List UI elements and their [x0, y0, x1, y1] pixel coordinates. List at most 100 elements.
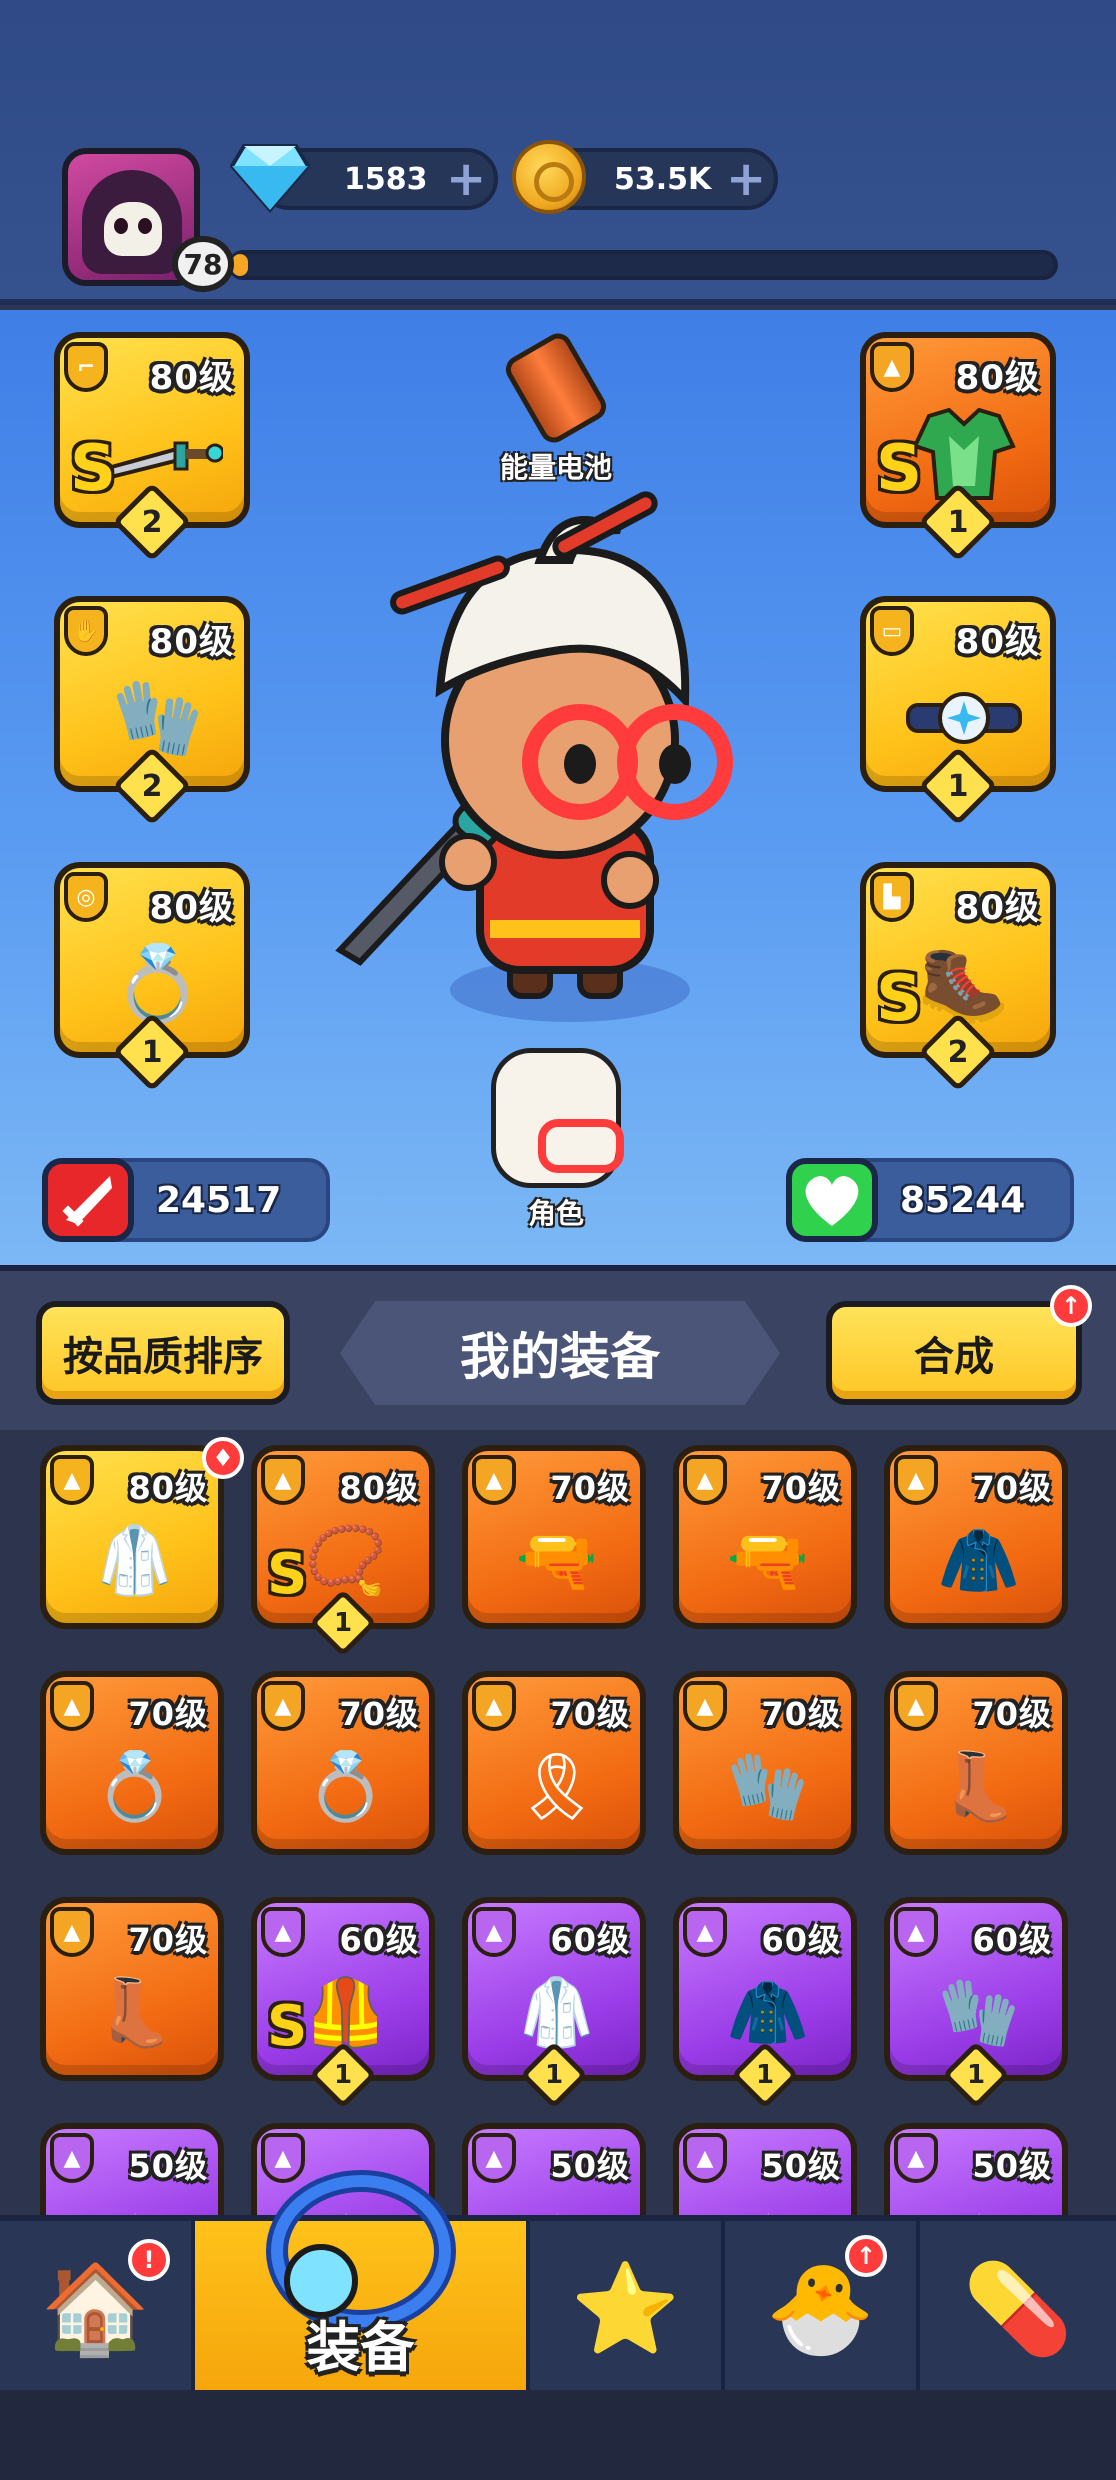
item-type-icon: ▲	[894, 1681, 938, 1731]
item-type-icon: ▲	[261, 1681, 305, 1731]
pet-upgrade-alert-icon: ↑	[845, 2235, 887, 2277]
item-type-icon: ▲	[683, 1681, 727, 1731]
armor-type-icon: ▲	[870, 342, 914, 392]
inventory-item[interactable]: ▲ 70级 🔫	[673, 1445, 857, 1629]
inventory-item[interactable]: ▲ 80级 📿 S 1	[251, 1445, 435, 1657]
inventory-item[interactable]: ▲ 70级 🎗	[462, 1671, 646, 1855]
star-count: 1	[333, 1608, 353, 1638]
nav-equipment[interactable]: 装备	[195, 2170, 530, 2396]
add-coins-button[interactable]: +	[726, 155, 766, 203]
capsule-icon: 💊	[963, 2256, 1073, 2360]
item-level: 70级	[128, 1695, 208, 1733]
health-stat: 85244	[786, 1158, 1074, 1242]
equip-slot-weapon[interactable]: ⌐ 80级 S 2	[54, 332, 250, 562]
attack-value: 24517	[156, 1179, 282, 1221]
item-level: 60级	[550, 1921, 630, 1959]
equip-slot-belt[interactable]: ▭ 80级 1	[860, 596, 1056, 826]
item-type-icon: ▲	[50, 1907, 94, 1957]
item-grade: S	[267, 1994, 308, 2059]
inventory-item[interactable]: ▲ 70级 💍	[251, 1671, 435, 1855]
item-type-icon: ▲	[261, 1455, 305, 1505]
inventory-title: 我的装备	[340, 1301, 780, 1405]
inventory-item[interactable]: ▲ 70级 🔫	[462, 1445, 646, 1629]
inventory-item[interactable]: ▲ 70级 👢	[884, 1671, 1068, 1855]
skull-icon	[104, 202, 162, 256]
attack-sword-icon	[42, 1158, 134, 1242]
item-level: 50级	[761, 2147, 841, 2185]
inventory-item[interactable]: ▲ 60级 🥼 1	[462, 1897, 646, 2109]
battery-icon	[500, 328, 612, 448]
belt-type-icon: ▭	[870, 606, 914, 656]
inventory-item[interactable]: ▲ 60级 🦺 S 1	[251, 1897, 435, 2109]
boots-type-icon: ▙	[870, 872, 914, 922]
attack-stat: 24517	[42, 1158, 330, 1242]
role-label: 角色	[527, 1197, 584, 1230]
item-level: 60级	[761, 1921, 841, 1959]
item-grade: S	[70, 432, 117, 506]
nav-talent[interactable]: ⭐	[530, 2221, 725, 2396]
player-level-badge: 78	[172, 236, 234, 292]
item-level: 80级	[955, 622, 1040, 662]
equip-slot-gloves[interactable]: ✋ 80级 🧤 2	[54, 596, 250, 826]
equip-slot-boots[interactable]: ▙ 80级 🥾 S 2	[860, 862, 1056, 1092]
glove-icon: 🧤	[726, 1748, 810, 1825]
shop-alert-icon: !	[128, 2239, 170, 2281]
xp-progress-fill	[232, 254, 249, 276]
item-type-icon: ▲	[894, 1455, 938, 1505]
shop-house-icon: 🏠	[40, 2256, 151, 2360]
inventory-panel: 按品质排序 我的装备 合成 ↑ ▲ 80级 🥼 ♦ ▲ 80级 📿 S 1 ▲ 70级 🔫 ▲ 70级 🔫 ▲…	[0, 1265, 1116, 2307]
weapon-type-icon: ⌐	[64, 342, 108, 392]
role-button[interactable]: 角色	[478, 1048, 634, 1238]
item-type-icon: ▲	[683, 2133, 727, 2183]
robe-icon: 🥼	[93, 1522, 177, 1599]
inventory-item[interactable]: ▲ 60级 🧤 1	[884, 1897, 1068, 2109]
diamond-icon	[230, 144, 310, 214]
energy-battery-button[interactable]: 能量电池	[488, 328, 624, 484]
nav-skill[interactable]: 💊	[920, 2221, 1116, 2396]
item-level: 70级	[761, 1695, 841, 1733]
coin-icon	[512, 140, 586, 214]
coin-amount: 53.5K	[614, 161, 712, 197]
item-level: 80级	[955, 888, 1040, 928]
star-count: 1	[544, 2060, 564, 2090]
new-item-alert-icon: ♦	[202, 1437, 244, 1479]
star-count: 2	[947, 1034, 969, 1070]
belt-icon: 🎗	[515, 1748, 599, 1825]
inventory-item[interactable]: ▲ 70级 💍	[40, 1671, 224, 1855]
inventory-header: 按品质排序 我的装备 合成 ↑	[0, 1265, 1116, 1430]
item-level: 80级	[149, 358, 234, 398]
equip-slot-ring[interactable]: ◎ 80级 💍 1	[54, 862, 250, 1092]
star-count: 1	[947, 504, 969, 540]
equip-slot-armor[interactable]: ▲ 80级 S 1	[860, 332, 1056, 562]
item-level: 50级	[550, 2147, 630, 2185]
heart-icon	[786, 1158, 878, 1242]
item-type-icon: ▲	[472, 2133, 516, 2183]
inventory-item[interactable]: ▲ 70级 👢	[40, 1897, 224, 2081]
item-type-icon: ▲	[472, 1907, 516, 1957]
star-count: 1	[333, 2060, 353, 2090]
star-count: 1	[755, 2060, 775, 2090]
nav-pet[interactable]: 🐣 ↑	[725, 2221, 920, 2396]
nav-shop[interactable]: 🏠 !	[0, 2221, 195, 2396]
item-level: 70级	[550, 1469, 630, 1507]
inventory-item[interactable]: ▲ 80级 🥼 ♦	[40, 1437, 244, 1629]
sort-by-quality-button[interactable]: 按品质排序	[36, 1301, 290, 1405]
item-type-icon: ▲	[683, 1455, 727, 1505]
merge-upgrade-alert-icon: ↑	[1050, 1285, 1092, 1327]
item-grade: S	[876, 432, 923, 506]
shotgun-icon: 🔫	[726, 1522, 810, 1599]
star-count: 2	[141, 768, 163, 804]
item-level: 60级	[339, 1921, 419, 1959]
item-type-icon: ▲	[50, 1455, 94, 1505]
item-level: 70级	[761, 1469, 841, 1507]
pistol-icon: 🔫	[515, 1522, 599, 1599]
add-gems-button[interactable]: +	[446, 155, 486, 203]
star-count: 2	[141, 504, 163, 540]
item-type-icon: ▲	[472, 1455, 516, 1505]
gem-amount: 1583	[344, 161, 428, 197]
merge-button[interactable]: 合成	[826, 1301, 1082, 1405]
inventory-item[interactable]: ▲ 70级 🧤	[673, 1671, 857, 1855]
inventory-item[interactable]: ▲ 60级 🧥 1	[673, 1897, 857, 2109]
item-type-icon: ▲	[261, 1907, 305, 1957]
inventory-item[interactable]: ▲ 70级 🧥	[884, 1445, 1068, 1629]
